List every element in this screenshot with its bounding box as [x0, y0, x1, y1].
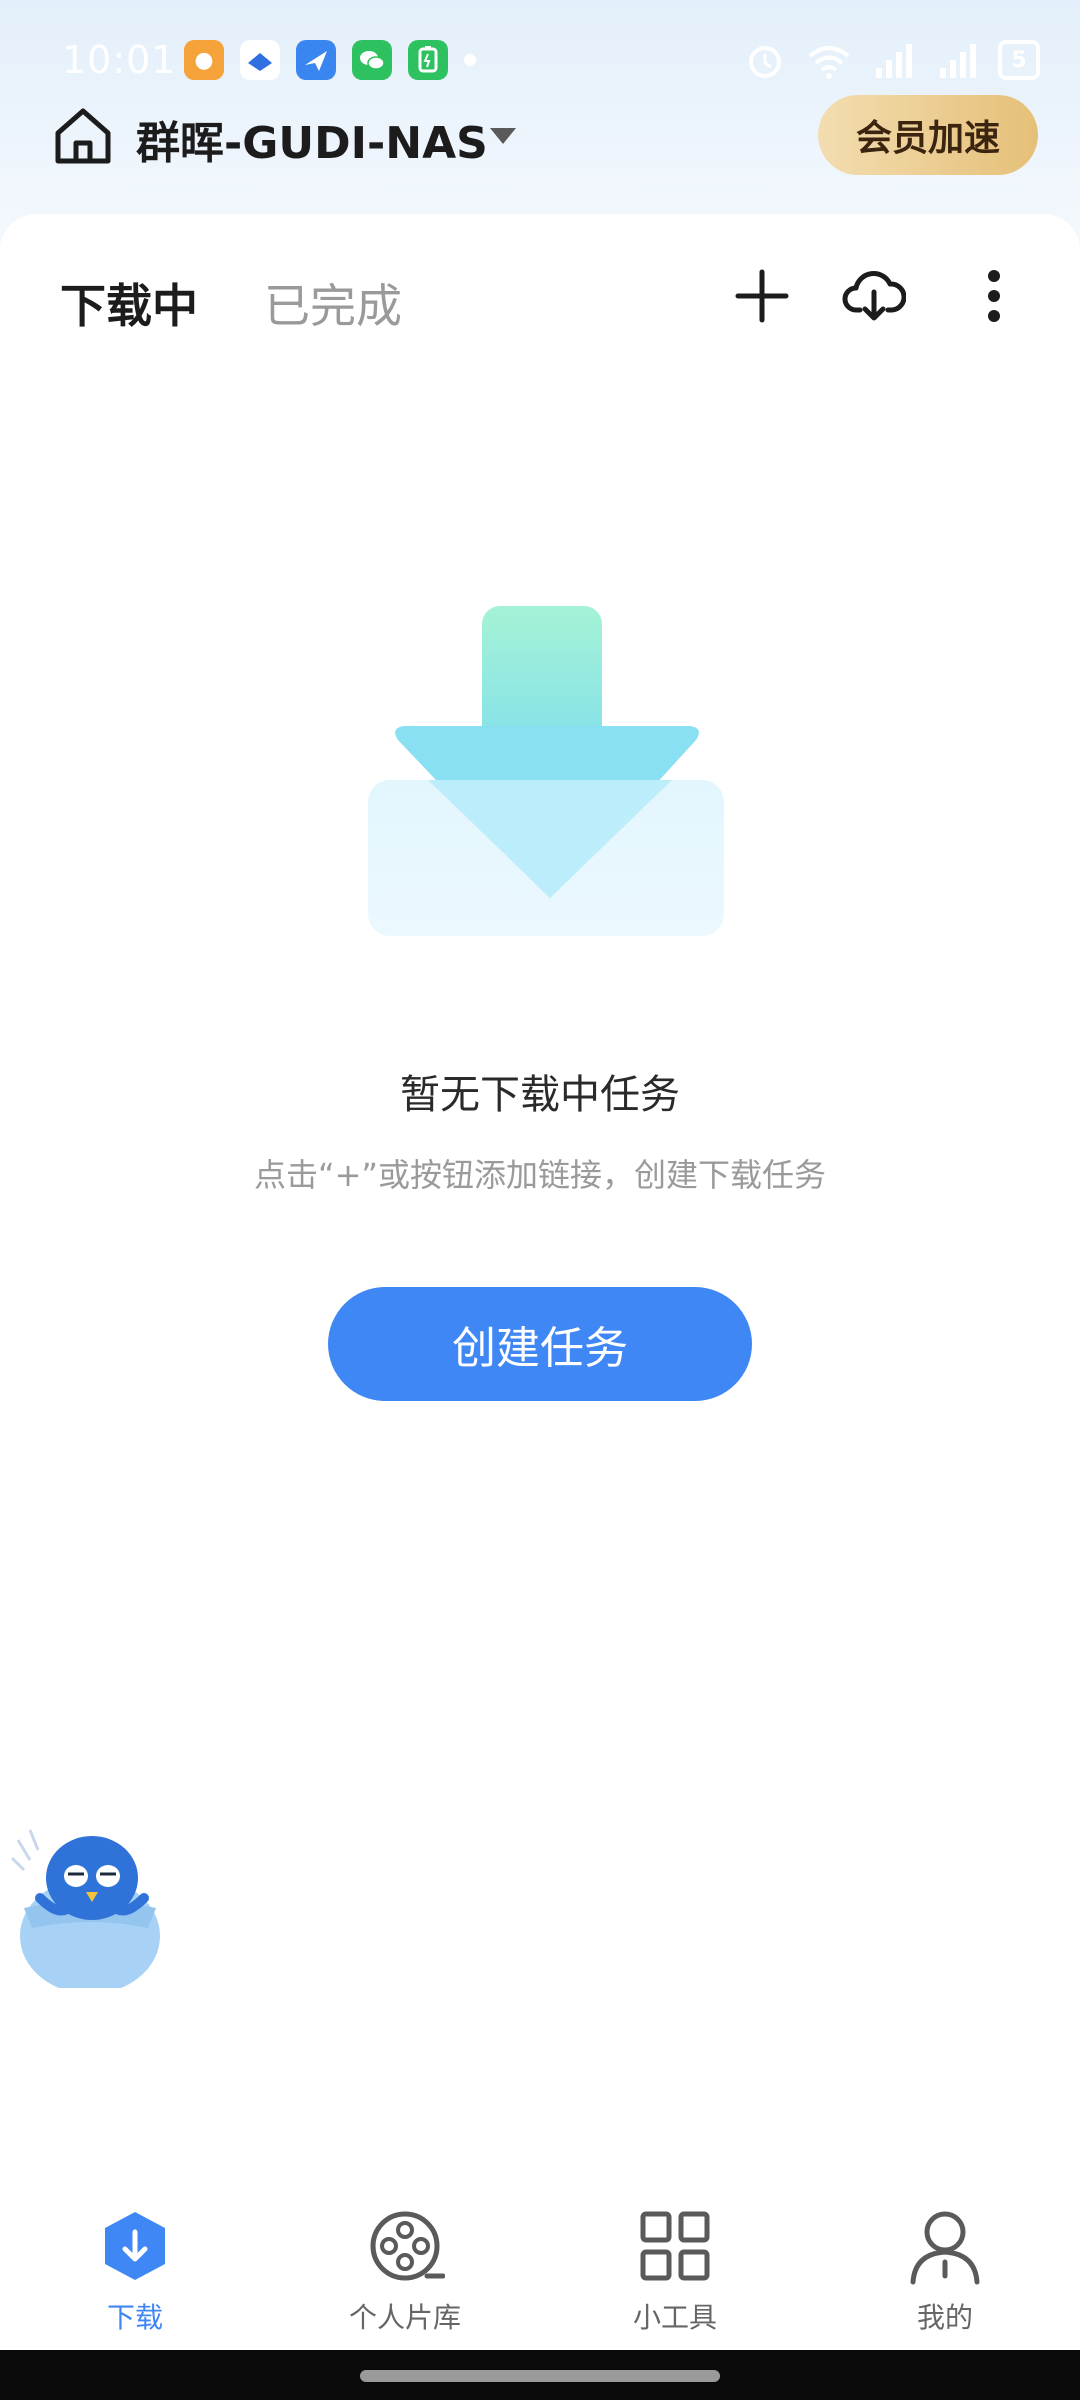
home-icon[interactable]	[52, 105, 114, 167]
nav-item-download[interactable]: 下载	[0, 2190, 270, 2350]
nav-label-library: 个人片库	[348, 2301, 461, 2334]
app-icon-orange: ●	[184, 40, 224, 80]
film-reel-icon	[370, 2211, 445, 2281]
vip-boost-button[interactable]: 会员加速	[818, 95, 1038, 175]
add-icon[interactable]	[730, 264, 794, 328]
battery-saver-icon	[408, 40, 448, 80]
tab-completed[interactable]: 已完成	[264, 270, 402, 336]
wifi-icon	[808, 46, 850, 79]
battery-indicator: 5	[998, 40, 1040, 80]
device-name[interactable]: 群晖-GUDI-NAS	[136, 107, 488, 171]
battery-level: 5	[1011, 47, 1027, 73]
grid-icon	[640, 2211, 710, 2281]
more-options-icon[interactable]	[962, 264, 1026, 328]
status-app-icons: ●	[184, 40, 476, 80]
nav-label-download: 下载	[106, 2301, 163, 2334]
create-task-button[interactable]: 创建任务	[328, 1287, 752, 1401]
app-icon-blue-book	[240, 40, 280, 80]
empty-state-hint: 点击“+”或按钮添加链接，创建下载任务	[254, 1156, 826, 1194]
gesture-bar	[0, 2350, 1080, 2400]
alarm-icon	[749, 46, 781, 78]
signal-icon-1	[876, 44, 912, 78]
nav-item-profile[interactable]: 我的	[810, 2190, 1080, 2350]
nav-label-tools: 小工具	[632, 2301, 717, 2334]
download-tabs: 下载中 已完成	[60, 270, 402, 336]
empty-download-illustration	[368, 606, 724, 936]
nav-item-tools[interactable]: 小工具	[540, 2190, 810, 2350]
app-icon-blue-bird	[296, 40, 336, 80]
person-icon	[910, 2211, 980, 2285]
nav-label-profile: 我的	[916, 2301, 973, 2334]
tab-downloading[interactable]: 下载中	[60, 270, 198, 336]
bottom-navigation: 下载 个人片库 小工具 我的	[0, 2190, 1080, 2350]
floating-mascot[interactable]	[10, 1808, 170, 1988]
chevron-down-icon[interactable]	[488, 125, 518, 147]
notification-dot	[464, 54, 476, 66]
wechat-icon	[352, 40, 392, 80]
status-indicators: 5	[742, 40, 1040, 80]
home-gesture-handle[interactable]	[360, 2370, 720, 2382]
nav-item-library[interactable]: 个人片库	[270, 2190, 540, 2350]
app-header: 群晖-GUDI-NAS 会员加速	[0, 95, 1080, 215]
signal-icon-2	[940, 44, 976, 78]
download-icon	[105, 2212, 165, 2280]
empty-state-title: 暂无下载中任务	[400, 1072, 680, 1118]
status-time: 10:01	[62, 38, 177, 82]
cloud-download-icon[interactable]	[842, 264, 906, 328]
